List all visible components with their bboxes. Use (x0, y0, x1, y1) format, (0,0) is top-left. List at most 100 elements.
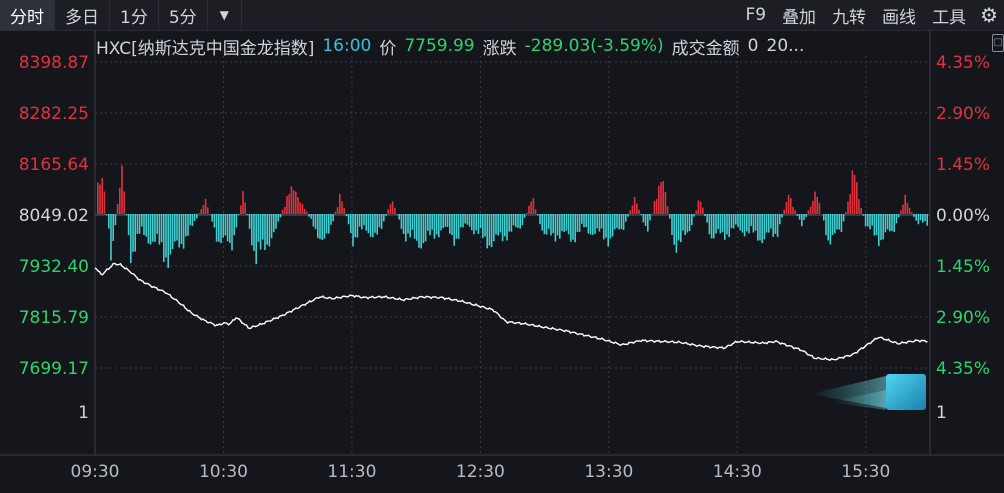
volume-bar-up (97, 182, 99, 214)
volume-bar-down (781, 214, 783, 218)
price-tick-label: 8049.02 (19, 206, 89, 226)
volume-bar-down (611, 214, 614, 237)
volume-bar-down (141, 214, 143, 227)
volume-bar-down (618, 214, 620, 230)
volume-bar-down (728, 214, 730, 238)
volume-bar-down (543, 214, 546, 235)
volume-bar-down (640, 214, 642, 216)
volume-bar-down (598, 214, 601, 232)
volume-bar-down (715, 214, 717, 234)
volume-bar-up (295, 191, 297, 214)
volume-bar-down (365, 214, 367, 231)
volume-bar-down (385, 214, 387, 216)
volume-bar-down (510, 214, 513, 232)
volume-bar-up (530, 201, 532, 214)
volume-bar-down (607, 214, 609, 247)
volume-bar-down (886, 214, 889, 230)
volume-bar-down (246, 214, 249, 216)
volume-bar-up (198, 213, 200, 214)
volume-bar-down (156, 214, 158, 234)
volume-bar-down (259, 214, 262, 250)
volume-bar-down (422, 214, 425, 244)
volume-bar-down (869, 214, 871, 230)
volume-bar-down (193, 214, 196, 221)
volume-bar-down (363, 214, 365, 226)
volume-bar-down (275, 214, 277, 229)
volume-bar-down (565, 214, 568, 231)
volume-bar-down (867, 214, 869, 227)
volume-bar-up (658, 185, 660, 214)
volume-bar-down (367, 214, 370, 233)
volume-bar-up (123, 191, 125, 214)
volume-bar-down (147, 214, 150, 244)
volume-bar-down (418, 214, 420, 248)
volume-bar-down (354, 214, 356, 238)
volume-bar-down (466, 214, 469, 225)
volume-bar-down (321, 214, 323, 240)
volume-bar-down (420, 214, 422, 249)
volume-bar-down (757, 214, 759, 241)
volume-bar-down (248, 214, 251, 229)
volume-bar-down (517, 214, 519, 228)
volume-bar-up (858, 199, 860, 214)
volume-bar-down (523, 214, 526, 218)
volume-bar-down (913, 214, 915, 217)
volume-bar-up (860, 207, 862, 214)
volume-bar-down (132, 214, 134, 252)
volume-bar-down (347, 214, 350, 225)
volume-bar-up (240, 205, 242, 214)
price-axis-labels: 8398.87 8282.25 8165.64 8049.02 7932.40 7815.… (19, 53, 89, 423)
volume-bar-down (708, 214, 711, 235)
volume-bar-down (105, 214, 108, 216)
volume-bar-down (605, 214, 607, 238)
volume-bar-down (442, 214, 444, 229)
volume-bar-down (191, 214, 194, 227)
volume-bar-up (334, 211, 337, 214)
price-line-group (94, 262, 928, 362)
volume-bar-up (900, 210, 902, 214)
volume-bar-down (369, 214, 372, 237)
volume-bar-down (176, 214, 178, 241)
volume-bar-down (673, 214, 675, 245)
volume-bar-down (314, 214, 317, 230)
volume-bar-down (169, 214, 172, 255)
volume-bar-down (431, 214, 433, 230)
volume-bar-down (768, 214, 770, 233)
volume-bar-down (180, 214, 183, 244)
volume-bar-down (554, 214, 557, 242)
volume-bar-down (926, 214, 928, 226)
volume-bar-up (849, 194, 851, 214)
volume-bar-down (312, 214, 315, 227)
volume-bar-up (666, 206, 669, 214)
volume-bar-up (633, 196, 636, 214)
volume-bar-up (790, 198, 792, 214)
volume-bar-down (171, 214, 174, 249)
volume-bar-up (853, 174, 856, 214)
volume-bar-down (497, 214, 499, 236)
volume-bar-up (341, 201, 343, 214)
volume-bar-up (787, 194, 790, 214)
volume-bar-down (627, 214, 629, 217)
volume-bar-down (754, 214, 757, 231)
volume-bar-down (603, 214, 605, 240)
volume-bar-down (182, 214, 185, 249)
volume-bar-down (519, 214, 521, 229)
volume-bar-down (765, 214, 768, 233)
volume-bar-down (178, 214, 180, 248)
volume-bar-down (435, 214, 438, 235)
volume-bar-down (495, 214, 497, 235)
volume-bar-down (776, 214, 779, 237)
percent-tick-label: 4.35% (936, 53, 990, 73)
volume-bar-up (636, 203, 638, 214)
volume-bar-down (253, 214, 255, 251)
volume-bar-up (290, 186, 293, 214)
time-tick-label: 13:30 (584, 462, 633, 482)
volume-bar-up (814, 191, 816, 214)
volume-bar-up (655, 198, 658, 214)
volume-bar-down (838, 214, 840, 230)
volume-bar-down (761, 214, 763, 244)
volume-bar-down (152, 214, 154, 242)
volume-bar-down (919, 214, 922, 221)
volume-bar-down (130, 214, 132, 264)
volume-tick-label: 1 (78, 403, 89, 423)
